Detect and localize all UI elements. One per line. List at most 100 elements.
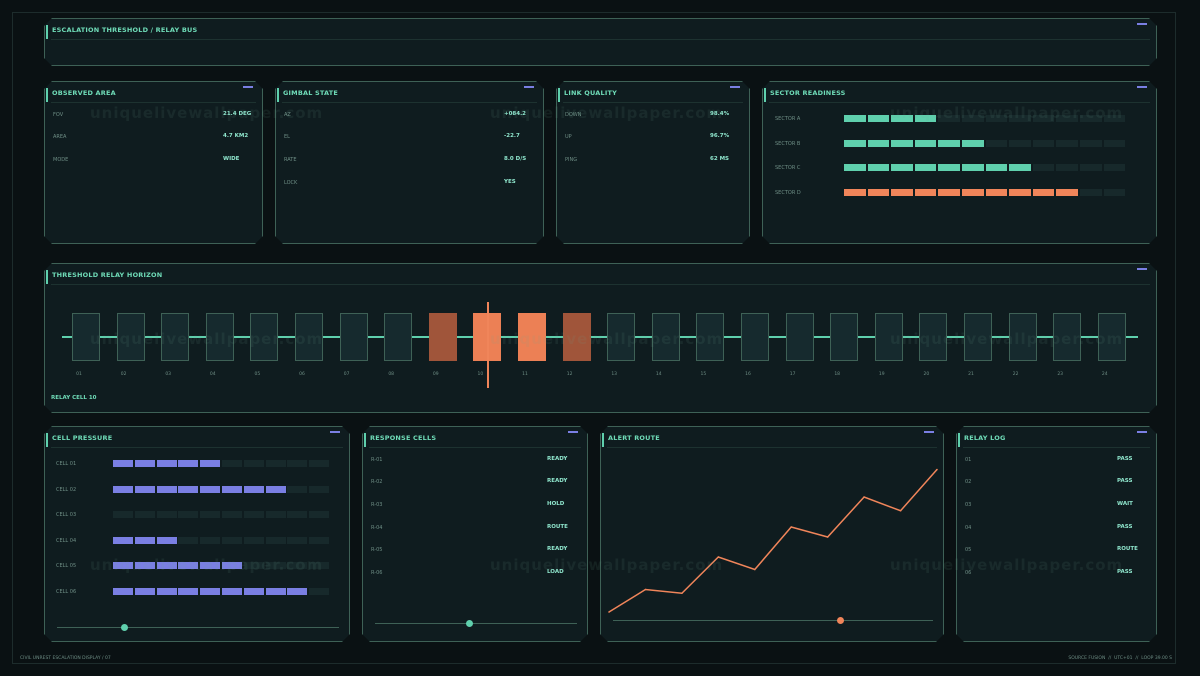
- response-cells-panel: RESPONSE CELLS R-01 READY R-02 READY R-0…: [362, 426, 588, 642]
- pressure-segment-empty: [222, 537, 242, 544]
- panel-marker: [1137, 86, 1147, 88]
- sector-segment-filled: [962, 189, 984, 196]
- relay-cell-label: 06: [299, 372, 305, 377]
- sector-segment-filled: [1009, 164, 1031, 171]
- watermark: uniquelivewallpaper.com: [90, 104, 324, 122]
- pressure-segment-filled: [135, 537, 155, 544]
- sector-segment-filled: [891, 164, 913, 171]
- relay-cell[interactable]: [384, 313, 413, 361]
- relay-log-title: RELAY LOG: [964, 434, 1006, 442]
- pressure-segment-empty: [244, 511, 264, 518]
- sector-segment-filled: [938, 140, 960, 147]
- pressure-segment-empty: [309, 460, 329, 467]
- watermark: uniquelivewallpaper.com: [490, 556, 724, 574]
- pressure-segment-filled: [200, 486, 220, 493]
- alert-route-point: [681, 592, 683, 594]
- cell-pressure-label: CELL 03: [56, 512, 77, 519]
- relay-log-panel: RELAY LOG 01 PASS 02 PASS 03 WAIT 04 PAS…: [956, 426, 1157, 642]
- pressure-segment-filled: [244, 588, 264, 595]
- alert-route-panel: ALERT ROUTE: [600, 426, 944, 642]
- kv-value: -22.7: [504, 133, 520, 139]
- sector-segment-filled: [844, 115, 866, 122]
- sector-segment-filled: [844, 189, 866, 196]
- pressure-segment-empty: [178, 537, 198, 544]
- cell-pressure-slider-track[interactable]: [57, 627, 339, 628]
- pressure-segment-filled: [113, 588, 133, 595]
- sector-segment-empty: [1009, 140, 1031, 147]
- pressure-segment-empty: [157, 511, 177, 518]
- alert-route-line: [609, 470, 937, 613]
- panel-marker: [1137, 431, 1147, 433]
- pressure-segment-empty: [266, 460, 286, 467]
- relay-log-status: PASS: [1117, 456, 1133, 462]
- sector-segment-filled: [868, 115, 890, 122]
- relay-cell-label: 16: [745, 372, 751, 377]
- pressure-segment-filled: [157, 486, 177, 493]
- response-cells-slider-handle[interactable]: [466, 620, 473, 627]
- relay-log-status: ROUTE: [1117, 546, 1138, 552]
- sector-segment-filled: [962, 140, 984, 147]
- relay-cell-label: 07: [343, 372, 350, 377]
- pressure-segment-filled: [113, 460, 133, 467]
- kv-value: 4.7 KM2: [223, 133, 249, 139]
- gimbal-state-title: GIMBAL STATE: [283, 89, 339, 97]
- kv-label: UP: [565, 134, 572, 140]
- alert-route-slider-track[interactable]: [613, 620, 933, 621]
- pressure-segment-empty: [287, 537, 307, 544]
- kv-label: MODE: [53, 157, 69, 163]
- alert-route-point: [754, 569, 756, 571]
- footer-right: SOURCE FUSION // UTC+01 // LOOP 39.00 S: [1068, 656, 1172, 661]
- relay-cell-label: 05: [254, 372, 261, 377]
- response-cell-label: R-03: [371, 502, 383, 508]
- kv-label: EL: [284, 134, 290, 140]
- pressure-segment-filled: [113, 486, 133, 493]
- kv-value: 62 MS: [710, 156, 730, 162]
- response-cell-status: READY: [547, 546, 568, 552]
- relay-cell-label: 10: [477, 372, 484, 377]
- response-cell-status: HOLD: [547, 501, 565, 507]
- cell-pressure-panel: CELL PRESSURE CELL 01 CELL 02 CELL 03 CELL …: [44, 426, 350, 642]
- relay-cell-label: 18: [834, 372, 841, 377]
- relay-cell[interactable]: [741, 313, 769, 361]
- relay-log-index: 04: [965, 525, 972, 531]
- pressure-segment-empty: [222, 511, 242, 518]
- sector-segment-filled: [915, 164, 937, 171]
- sector-segment-empty: [1033, 164, 1055, 171]
- relay-cell-label: 19: [878, 372, 885, 377]
- relay-cell[interactable]: [830, 313, 859, 361]
- cell-pressure-title: CELL PRESSURE: [52, 434, 113, 442]
- relay-log-index: 05: [965, 547, 972, 553]
- sector-segment-filled: [891, 189, 913, 196]
- pressure-segment-filled: [178, 460, 198, 467]
- alert-route-slider-handle[interactable]: [837, 617, 844, 624]
- sector-segment-empty: [1104, 164, 1126, 171]
- relay-log-status: PASS: [1117, 478, 1133, 484]
- sector-segment-empty: [1033, 140, 1055, 147]
- response-cells-slider-track[interactable]: [375, 623, 577, 624]
- relay-cell[interactable]: [428, 313, 457, 361]
- relay-cell[interactable]: [785, 313, 814, 361]
- watermark: uniquelivewallpaper.com: [90, 330, 324, 348]
- cell-pressure-label: CELL 02: [56, 486, 77, 493]
- pressure-segment-filled: [135, 588, 155, 595]
- sector-segment-empty: [1104, 140, 1126, 147]
- sector-segment-empty: [1080, 189, 1102, 196]
- relay-cell-label: 12: [566, 372, 573, 377]
- response-cell-label: R-02: [371, 479, 383, 485]
- header-panel: ESCALATION THRESHOLD / RELAY BUS: [44, 18, 1157, 66]
- alert-route-point: [936, 469, 938, 471]
- sector-segment-filled: [986, 189, 1008, 196]
- pressure-segment-empty: [309, 588, 329, 595]
- pressure-segment-empty: [309, 537, 329, 544]
- sector-segment-empty: [1080, 140, 1102, 147]
- relay-cell[interactable]: [339, 313, 368, 361]
- panel-marker: [330, 431, 340, 433]
- footer-left: CIVIL UNREST ESCALATION DISPLAY / 07: [20, 656, 111, 661]
- cell-pressure-slider-handle[interactable]: [121, 624, 128, 631]
- relay-cell-label: 03: [165, 372, 172, 377]
- relay-cell-label: 13: [611, 372, 618, 377]
- alert-route-chart: [601, 427, 945, 643]
- panel-marker: [524, 86, 534, 88]
- sector-segment-empty: [1056, 164, 1078, 171]
- sector-readiness-title: SECTOR READINESS: [770, 89, 846, 97]
